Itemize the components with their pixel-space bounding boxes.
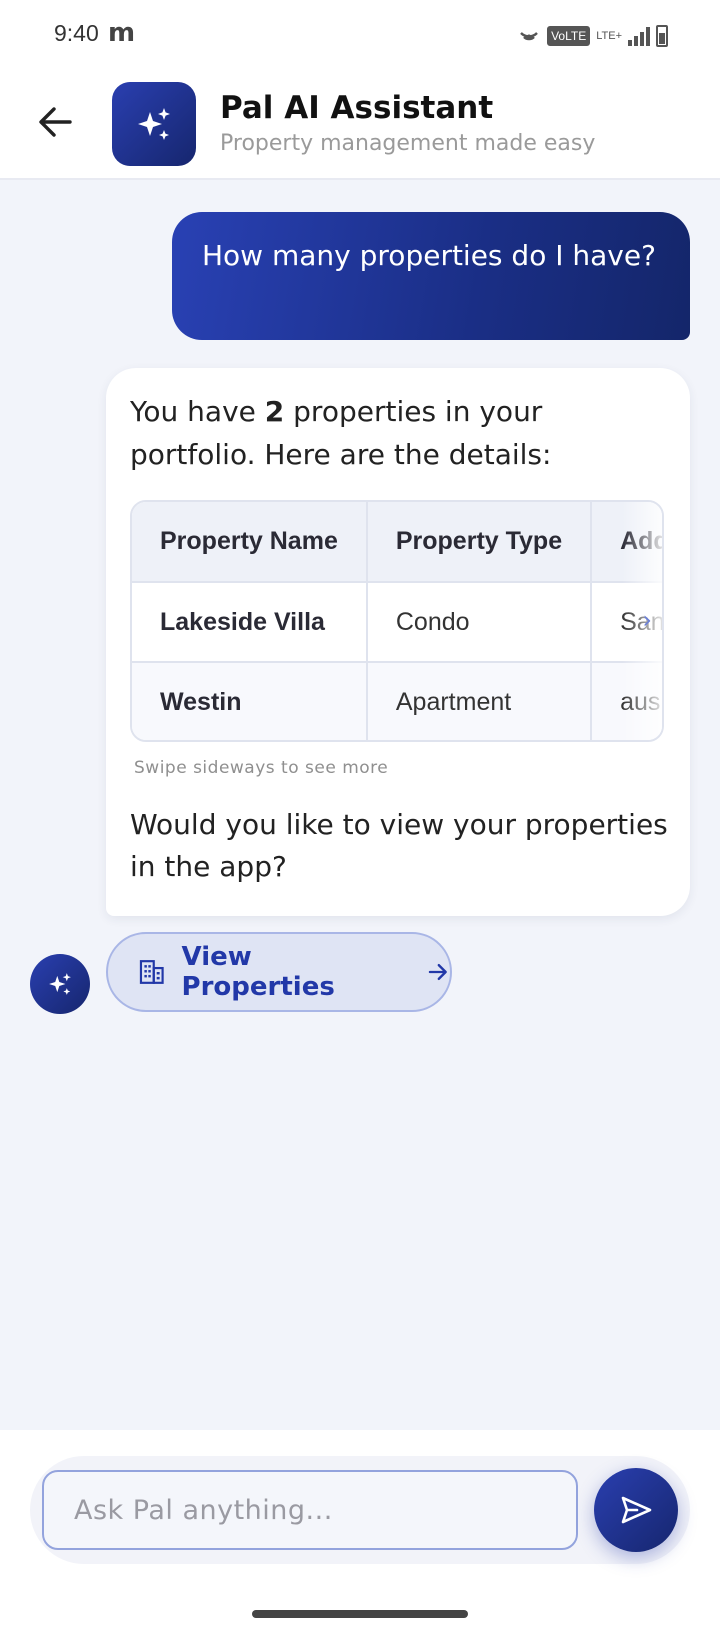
view-properties-button[interactable]: View Properties xyxy=(106,932,452,1012)
sparkles-icon xyxy=(138,108,170,140)
ai-response-card: You have 2 properties in your portfolio.… xyxy=(106,368,690,916)
signal-icon xyxy=(628,26,650,46)
user-message-text: How many properties do I have? xyxy=(202,239,656,272)
hotspot-icon xyxy=(520,32,538,41)
table-cell: Westin xyxy=(132,662,368,740)
volte-badge: VoLTE xyxy=(547,26,591,46)
chevron-right-icon[interactable]: › xyxy=(642,606,652,634)
status-time: 9:40 xyxy=(54,20,99,46)
battery-icon xyxy=(656,25,668,47)
arrow-left-icon xyxy=(39,107,72,137)
table-header-cell: Property Type xyxy=(366,502,593,583)
lte-label: LTE+ xyxy=(596,30,622,42)
app-logo xyxy=(112,82,196,166)
view-properties-label: View Properties xyxy=(181,942,335,1002)
back-button[interactable] xyxy=(34,100,78,144)
app-header: Pal AI Assistant Property management mad… xyxy=(0,72,720,180)
user-message-bubble: How many properties do I have? xyxy=(172,212,690,340)
swipe-hint: Swipe sideways to see more xyxy=(134,758,389,778)
table-cell: Apartment xyxy=(366,662,593,740)
table-header-cell: Property Name xyxy=(132,502,368,583)
ai-question-text: Would you like to view your properties i… xyxy=(130,808,668,883)
building-icon xyxy=(139,960,164,984)
send-icon xyxy=(621,1496,652,1524)
page-title: Pal AI Assistant xyxy=(220,90,494,126)
page-subtitle: Property management made easy xyxy=(220,131,596,156)
properties-table[interactable]: Property Name Property Type Address Lake… xyxy=(130,500,664,742)
composer-bar xyxy=(0,1430,720,1640)
ai-avatar xyxy=(30,954,90,1014)
status-bar: 9:40 m VoLTE LTE+ xyxy=(0,0,720,72)
status-icons: VoLTE LTE+ xyxy=(517,24,668,48)
table-cell: Condo xyxy=(366,582,593,663)
ai-intro-text: You have 2 properties in your portfolio.… xyxy=(130,390,670,476)
carrier-icon: m xyxy=(108,18,136,48)
send-button[interactable] xyxy=(594,1468,678,1552)
ai-intro-prefix: You have xyxy=(130,395,265,428)
arrow-right-icon xyxy=(429,963,448,981)
sparkles-icon xyxy=(49,973,71,995)
home-indicator[interactable] xyxy=(252,1610,468,1618)
message-input[interactable] xyxy=(42,1470,578,1550)
table-cell: Lakeside Villa xyxy=(132,582,368,663)
table-header-row: Property Name Property Type Address xyxy=(132,502,662,583)
table-row: Lakeside Villa Condo San xyxy=(132,582,662,663)
property-count: 2 xyxy=(264,395,285,428)
table-row: Westin Apartment aus xyxy=(132,662,662,740)
